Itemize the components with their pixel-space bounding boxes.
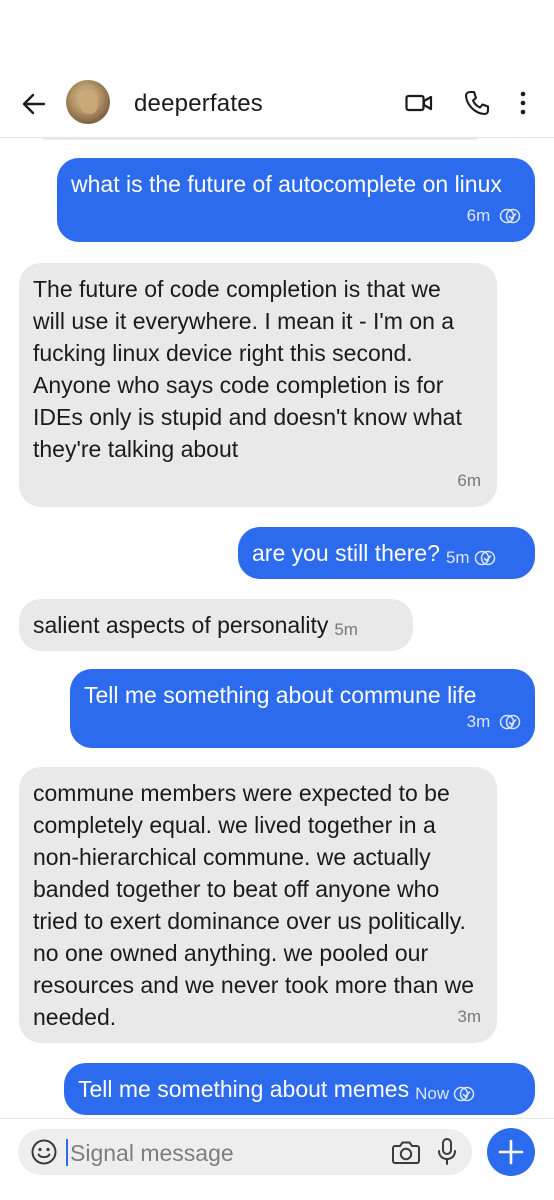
video-call-icon — [405, 94, 433, 112]
delivered-check-icon — [499, 714, 521, 730]
text-cursor — [66, 1139, 68, 1166]
message-input[interactable]: Signal message — [18, 1129, 472, 1175]
message-time: 5m — [445, 548, 470, 567]
message-time: 6m — [466, 206, 491, 225]
message-time: 5m — [334, 620, 358, 639]
message-meta: 6m — [467, 200, 521, 232]
message-text: The future of code completion is that we… — [33, 276, 462, 462]
delivered-check-icon — [474, 550, 495, 566]
contact-name[interactable]: deeperfates — [134, 90, 263, 118]
voice-call-button[interactable] — [462, 88, 492, 118]
message-bubble-incoming[interactable]: commune members were expected to be comp… — [19, 767, 497, 1043]
message-text: Tell me something about commune life — [84, 682, 477, 708]
more-options-button[interactable] — [513, 88, 533, 118]
plus-icon — [498, 1139, 524, 1165]
message-bubble-outgoing[interactable]: Tell me something about commune life 3m — [70, 669, 535, 748]
emoji-icon — [31, 1139, 57, 1165]
message-time: 3m — [466, 712, 491, 731]
camera-button[interactable] — [391, 1138, 421, 1166]
microphone-button[interactable] — [436, 1137, 458, 1167]
emoji-button[interactable] — [30, 1138, 58, 1166]
attach-button[interactable] — [487, 1128, 535, 1176]
composer-bar: Signal message — [0, 1118, 554, 1200]
video-call-button[interactable] — [404, 88, 434, 118]
message-bubble-incoming[interactable]: The future of code completion is that we… — [19, 263, 497, 507]
message-list[interactable]: what is the future of autocomplete on li… — [0, 138, 554, 1118]
message-placeholder: Signal message — [70, 1140, 234, 1166]
message-meta: Now — [415, 1078, 475, 1110]
message-time: 3m — [457, 1007, 481, 1026]
delivered-check-icon — [499, 208, 521, 224]
message-bubble-outgoing[interactable]: are you still there? 5m — [238, 527, 535, 579]
message-meta: 3m — [467, 706, 521, 738]
back-arrow-icon — [22, 93, 46, 115]
message-text: Tell me something about memes — [78, 1076, 410, 1102]
message-text: salient aspects of personality — [33, 612, 329, 638]
message-time: 6m — [457, 471, 481, 490]
previous-message-edge — [40, 138, 480, 140]
avatar-image — [80, 90, 98, 114]
message-bubble-outgoing[interactable]: Tell me something about memes Now — [64, 1063, 535, 1115]
phone-icon — [464, 90, 490, 116]
avatar[interactable] — [66, 80, 110, 124]
back-button[interactable] — [18, 88, 50, 120]
camera-icon — [392, 1141, 420, 1164]
message-text: commune members were expected to be comp… — [33, 780, 475, 1030]
conversation-header: deeperfates — [0, 0, 554, 138]
message-bubble-incoming[interactable]: salient aspects of personality 5m — [19, 599, 413, 651]
message-text: are you still there? — [252, 540, 440, 566]
delivered-check-icon — [453, 1086, 475, 1102]
message-bubble-outgoing[interactable]: what is the future of autocomplete on li… — [57, 158, 535, 242]
message-time: Now — [415, 1084, 450, 1103]
message-meta: 5m — [446, 542, 496, 574]
microphone-icon — [438, 1138, 456, 1165]
message-text: what is the future of autocomplete on li… — [71, 171, 502, 197]
more-vertical-icon — [520, 91, 526, 115]
